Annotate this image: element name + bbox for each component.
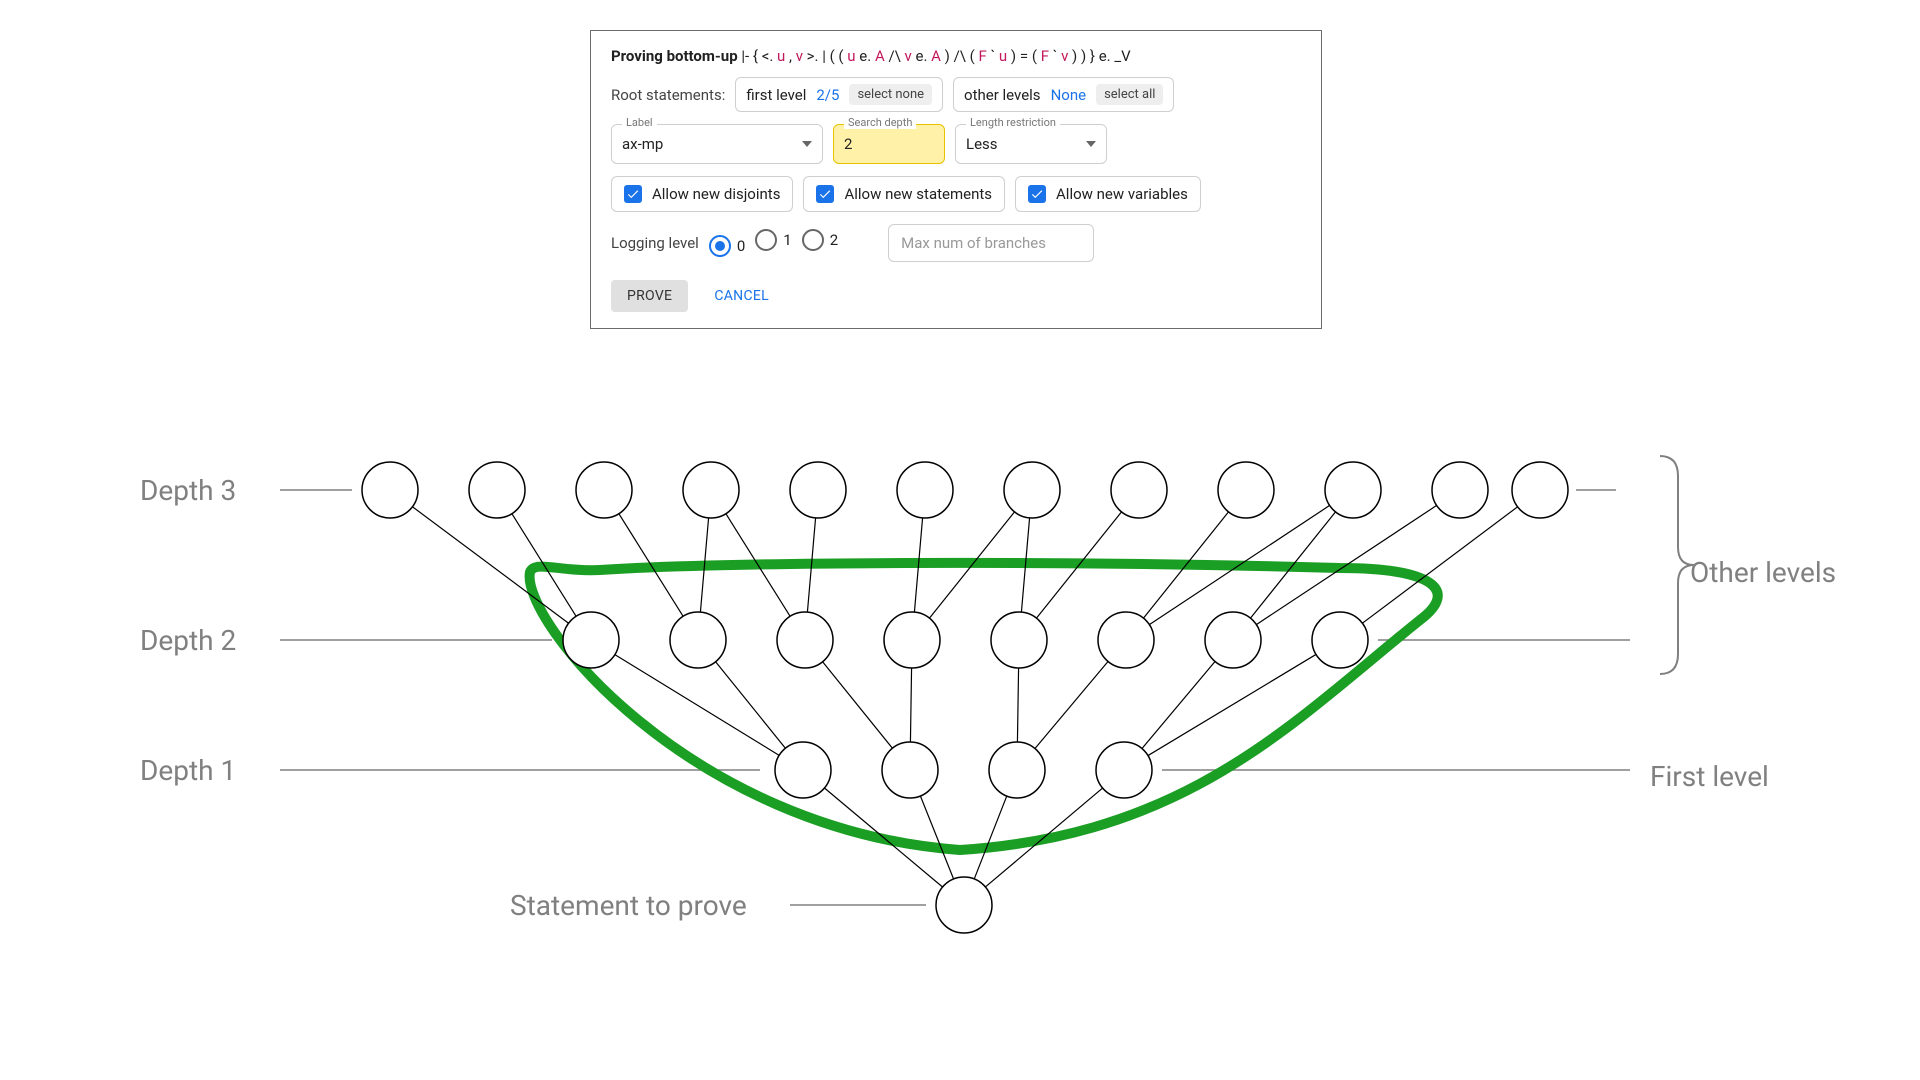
allow-variables-checkbox[interactable]: Allow new variables: [1015, 176, 1201, 212]
other-levels-select-all-button[interactable]: select all: [1096, 84, 1163, 105]
radio-icon: [709, 235, 731, 257]
logging-radio-2[interactable]: 2: [802, 229, 838, 251]
title-prefix: Proving bottom-up: [611, 47, 738, 65]
label-value: ax-mp: [622, 135, 794, 153]
label-legend: Label: [622, 116, 657, 129]
length-restriction-select[interactable]: Length restriction Less: [955, 124, 1107, 164]
allow-statements-label: Allow new statements: [844, 185, 992, 203]
radio-icon: [802, 229, 824, 251]
depth1-label: Depth 1: [140, 754, 236, 787]
prove-button[interactable]: PROVE: [611, 280, 688, 312]
depth3-label: Depth 3: [140, 474, 236, 507]
allow-statements-checkbox[interactable]: Allow new statements: [803, 176, 1005, 212]
length-value: Less: [966, 135, 1078, 153]
length-legend: Length restriction: [966, 116, 1060, 129]
first-level-count[interactable]: 2/5: [816, 86, 839, 104]
other-levels-chip: other levels None select all: [953, 77, 1174, 112]
first-level-chip: first level 2/5 select none: [735, 77, 943, 112]
chevron-down-icon: [1086, 141, 1096, 147]
radio-label: 2: [830, 231, 838, 249]
max-branches-placeholder: Max num of branches: [901, 234, 1046, 252]
first-level-select-none-button[interactable]: select none: [849, 84, 932, 105]
radio-label: 1: [783, 231, 791, 249]
check-icon: [1028, 185, 1046, 203]
logging-radio-group: 0 1 2: [709, 229, 848, 257]
statement-to-prove-label: Statement to prove: [510, 889, 747, 922]
depth-legend: Search depth: [844, 116, 916, 129]
logging-radio-0[interactable]: 0: [709, 235, 745, 257]
search-depth-input[interactable]: Search depth 2: [833, 124, 945, 164]
other-levels-value[interactable]: None: [1051, 86, 1087, 104]
other-levels-label: other levels: [964, 86, 1041, 104]
expression: |- { <. u , v >. | ( ( u e. A /\ v e. A …: [741, 47, 1130, 65]
max-branches-input[interactable]: Max num of branches: [888, 224, 1094, 262]
allow-disjoints-checkbox[interactable]: Allow new disjoints: [611, 176, 793, 212]
logging-radio-1[interactable]: 1: [755, 229, 791, 251]
check-icon: [624, 185, 642, 203]
allow-variables-label: Allow new variables: [1056, 185, 1188, 203]
root-statements-label: Root statements:: [611, 86, 725, 104]
depth2-label: Depth 2: [140, 624, 236, 657]
dialog-title: Proving bottom-up |- { <. u , v >. | ( (…: [611, 47, 1301, 65]
radio-icon: [755, 229, 777, 251]
check-icon: [816, 185, 834, 203]
logging-level-label: Logging level: [611, 234, 699, 252]
first-level-label: first level: [746, 86, 806, 104]
other-levels-diagram-label: Other levels: [1690, 556, 1836, 589]
radio-label: 0: [737, 237, 745, 255]
first-level-diagram-label: First level: [1650, 760, 1769, 793]
depth-value: 2: [844, 135, 934, 153]
label-select[interactable]: Label ax-mp: [611, 124, 823, 164]
allow-disjoints-label: Allow new disjoints: [652, 185, 780, 203]
proving-dialog: Proving bottom-up |- { <. u , v >. | ( (…: [590, 30, 1322, 329]
chevron-down-icon: [802, 141, 812, 147]
cancel-button[interactable]: CANCEL: [698, 280, 785, 312]
